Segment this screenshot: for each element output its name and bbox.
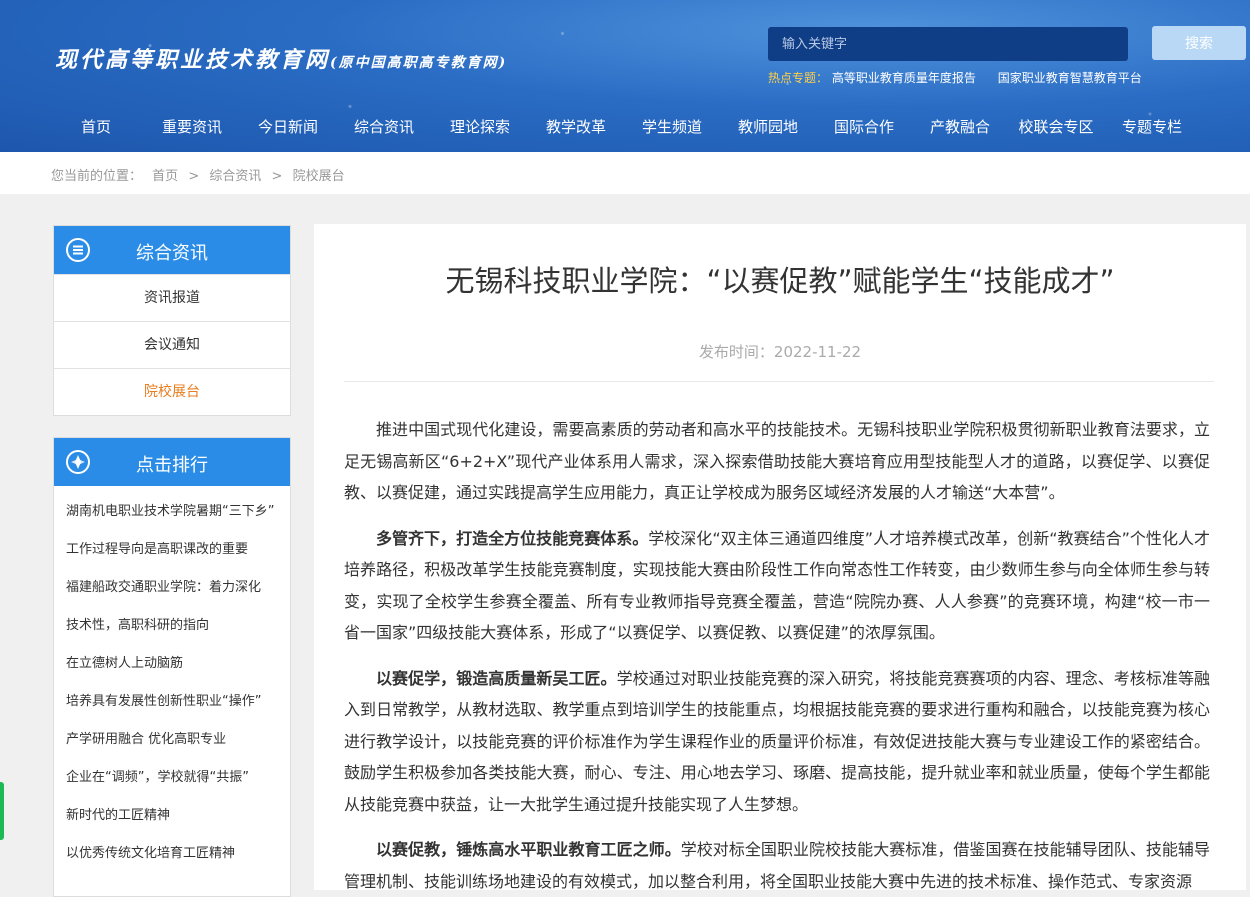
nav-item-alliance[interactable]: 校联会专区 xyxy=(1018,116,1093,137)
breadcrumb-link-home[interactable]: 首页 xyxy=(152,169,178,184)
breadcrumb-link-general-news[interactable]: 综合资讯 xyxy=(209,169,261,184)
ranking-panel: 点击排行 湖南机电职业技术学院暑期“三下乡” 工作过程导向是高职课改的重要 福建… xyxy=(53,437,291,897)
category-menu: 综合资讯 资讯报道 会议通知 院校展台 xyxy=(53,225,291,416)
rank-item[interactable]: 产学研用融合 优化高职专业 xyxy=(54,721,280,759)
nav-item-today-news[interactable]: 今日新闻 xyxy=(258,116,318,137)
category-menu-title: 综合资讯 xyxy=(136,243,208,264)
article-title: 无锡科技职业学院：“以赛促教”赋能学生“技能成才” xyxy=(445,264,1115,298)
menu-item-meeting-notices[interactable]: 会议通知 xyxy=(54,321,290,368)
category-menu-header: 综合资讯 xyxy=(54,226,290,274)
article-paragraph: 以赛促学，锻造高质量新吴工匠。学校通过对职业技能竞赛的深入研究，将技能竞赛赛项的… xyxy=(344,663,1210,821)
ranking-panel-title: 点击排行 xyxy=(136,455,208,476)
nav-item-home[interactable]: 首页 xyxy=(81,116,111,137)
rank-item[interactable]: 福建船政交通职业学院：着力深化 xyxy=(54,569,280,607)
article-paragraph: 多管齐下，打造全方位技能竞赛体系。学校深化“双主体三通道四维度”人才培养模式改革… xyxy=(344,523,1210,649)
floating-side-tab[interactable] xyxy=(0,782,4,840)
breadcrumb-link-school-showcase[interactable]: 院校展台 xyxy=(293,169,345,184)
hot-topics: 热点专题： 高等职业教育质量年度报告 国家职业教育智慧教育平台 xyxy=(768,69,1160,86)
breadcrumb: 您当前的位置： 首页 > 综合资讯 > 院校展台 xyxy=(51,165,351,184)
breadcrumb-separator: > xyxy=(188,169,200,184)
rank-item[interactable]: 湖南机电职业技术学院暑期“三下乡” xyxy=(54,493,280,531)
rank-item[interactable]: 技术性，高职科研的指向 xyxy=(54,607,280,645)
nav-item-general-news[interactable]: 综合资讯 xyxy=(354,116,414,137)
nav-item-important-news[interactable]: 重要资讯 xyxy=(162,116,222,137)
breadcrumb-bar: 您当前的位置： 首页 > 综合资讯 > 院校展台 xyxy=(0,152,1250,194)
article-paragraph: 推进中国式现代化建设，需要高素质的劳动者和高水平的技能技术。无锡科技职业学院积极… xyxy=(344,414,1210,509)
rank-item[interactable]: 企业在“调频”，学校就得“共振” xyxy=(54,759,280,797)
paragraph-text: 学校通过对职业技能竞赛的深入研究，将技能竞赛赛项的内容、理念、考核标准等融入到日… xyxy=(344,668,1210,814)
ranking-panel-header: 点击排行 xyxy=(54,438,290,486)
hot-topic-link[interactable]: 国家职业教育智慧教育平台 xyxy=(998,71,1142,85)
hot-topics-label: 热点专题： xyxy=(768,71,829,85)
logo-main-text: 现代高等职业技术教育网 xyxy=(55,47,331,73)
rank-item[interactable]: 在立德树人上动脑筋 xyxy=(54,645,280,683)
search-input[interactable] xyxy=(768,27,1128,61)
article-body: 推进中国式现代化建设，需要高素质的劳动者和高水平的技能技术。无锡科技职业学院积极… xyxy=(344,414,1210,890)
rank-item[interactable]: 培养具有发展性创新性职业“操作” xyxy=(54,683,280,721)
article-panel: 无锡科技职业学院：“以赛促教”赋能学生“技能成才” 发布时间：2022-11-2… xyxy=(314,224,1246,890)
main-nav: 首页 重要资讯 今日新闻 综合资讯 理论探索 教学改革 学生频道 教师园地 国际… xyxy=(0,116,1250,142)
site-header: 现代高等职业技术教育网(原中国高职高专教育网) 搜索 热点专题： 高等职业教育质… xyxy=(0,0,1250,152)
menu-item-school-showcase[interactable]: 院校展台 xyxy=(54,368,290,415)
nav-item-teachers[interactable]: 教师园地 xyxy=(738,116,798,137)
rank-item[interactable]: 新时代的工匠精神 xyxy=(54,797,280,835)
nav-item-international[interactable]: 国际合作 xyxy=(834,116,894,137)
search-button[interactable]: 搜索 xyxy=(1152,26,1246,60)
site-logo[interactable]: 现代高等职业技术教育网(原中国高职高专教育网) xyxy=(55,42,507,74)
nav-item-topics[interactable]: 专题专栏 xyxy=(1122,116,1182,137)
nav-item-students[interactable]: 学生频道 xyxy=(642,116,702,137)
menu-item-news-reports[interactable]: 资讯报道 xyxy=(54,274,290,321)
nav-item-teaching-reform[interactable]: 教学改革 xyxy=(546,116,606,137)
article-divider xyxy=(344,381,1214,382)
paragraph-text: 推进中国式现代化建设，需要高素质的劳动者和高水平的技能技术。无锡科技职业学院积极… xyxy=(344,420,1210,502)
rank-item[interactable]: 工作过程导向是高职课改的重要 xyxy=(54,531,280,569)
logo-sub-text: (原中国高职高专教育网) xyxy=(330,55,508,71)
paragraph-lead: 以赛促学，锻造高质量新吴工匠。 xyxy=(376,668,617,688)
breadcrumb-separator: > xyxy=(271,169,283,184)
breadcrumb-prefix: 您当前的位置： xyxy=(51,169,143,184)
rank-item[interactable]: 以优秀传统文化培育工匠精神 xyxy=(54,835,280,873)
article-paragraph: 以赛促教，锤炼高水平职业教育工匠之师。学校对标全国职业院校技能大赛标准，借鉴国赛… xyxy=(344,834,1210,890)
nav-item-theory[interactable]: 理论探索 xyxy=(450,116,510,137)
article-publish-date: 发布时间：2022-11-22 xyxy=(698,343,862,361)
hot-topic-link[interactable]: 高等职业教育质量年度报告 xyxy=(832,71,976,85)
paragraph-lead: 以赛促教，锤炼高水平职业教育工匠之师。 xyxy=(376,840,681,859)
nav-item-industry[interactable]: 产教融合 xyxy=(930,116,990,137)
paragraph-lead: 多管齐下，打造全方位技能竞赛体系。 xyxy=(376,528,649,548)
